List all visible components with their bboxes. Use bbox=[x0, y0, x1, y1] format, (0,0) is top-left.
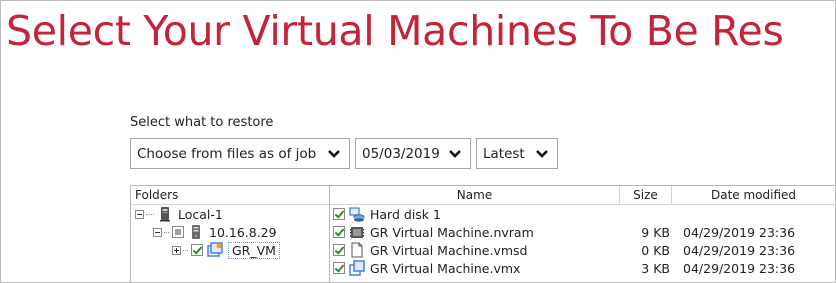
tree-item-label: GR_VM bbox=[228, 241, 280, 259]
tree-item-host[interactable]: 10.16.8.29 bbox=[153, 223, 277, 241]
column-header-date[interactable]: Date modified bbox=[672, 186, 835, 204]
date-dropdown-value: 05/03/2019 bbox=[362, 145, 440, 162]
virtual-machine-icon bbox=[207, 242, 223, 257]
file-date: 04/29/2019 23:36 bbox=[683, 261, 796, 276]
collapse-toggle[interactable] bbox=[153, 227, 162, 237]
tree-connector bbox=[183, 249, 188, 251]
file-checkbox[interactable] bbox=[333, 208, 345, 220]
file-name: GR Virtual Machine.vmsd bbox=[370, 242, 528, 258]
file-checkbox[interactable] bbox=[333, 262, 345, 274]
files-pane: Name Size Date modified Hard disk 1 GR V… bbox=[330, 185, 835, 282]
expand-toggle[interactable] bbox=[172, 245, 181, 255]
tree-item-label: Local-1 bbox=[178, 206, 223, 222]
file-row[interactable]: GR Virtual Machine.vmsd 0 KB 04/29/2019 … bbox=[330, 241, 835, 259]
hard-disk-icon bbox=[349, 207, 365, 222]
chevron-down-icon bbox=[536, 150, 548, 158]
page-title: Select Your Virtual Machines To Be Res bbox=[6, 7, 784, 55]
folders-header-label: Folders bbox=[135, 188, 179, 202]
files-header: Name Size Date modified bbox=[330, 186, 835, 205]
folders-pane: Folders Local-1 10.16.8.29 GR_VM bbox=[130, 185, 330, 282]
tree-item-local[interactable]: Local-1 bbox=[135, 205, 223, 223]
date-dropdown[interactable]: 05/03/2019 bbox=[355, 138, 471, 169]
version-dropdown[interactable]: Latest bbox=[476, 138, 558, 169]
file-date: 04/29/2019 23:36 bbox=[683, 243, 796, 258]
computer-icon bbox=[160, 207, 170, 222]
tree-item-label: 10.16.8.29 bbox=[209, 224, 277, 240]
file-size: 9 KB bbox=[641, 225, 670, 240]
job-dropdown-value: Choose from files as of job bbox=[137, 145, 317, 162]
file-row[interactable]: Hard disk 1 bbox=[330, 205, 835, 223]
version-dropdown-value: Latest bbox=[483, 145, 525, 162]
restore-window: Select Your Virtual Machines To Be Res S… bbox=[0, 0, 836, 283]
document-file-icon bbox=[351, 242, 363, 258]
file-checkbox[interactable] bbox=[333, 244, 345, 256]
file-name: GR Virtual Machine.vmx bbox=[370, 260, 521, 276]
vm-checkbox[interactable] bbox=[191, 244, 203, 256]
file-checkbox[interactable] bbox=[333, 226, 345, 238]
job-dropdown[interactable]: Choose from files as of job bbox=[130, 138, 350, 169]
restore-label: Select what to restore bbox=[130, 115, 274, 130]
file-name: GR Virtual Machine.nvram bbox=[370, 224, 534, 240]
folders-header: Folders bbox=[131, 186, 329, 205]
tree-connector bbox=[164, 231, 169, 233]
tree-connector bbox=[146, 213, 154, 215]
file-date: 04/29/2019 23:36 bbox=[683, 225, 796, 240]
chevron-down-icon bbox=[328, 150, 340, 158]
nvram-file-icon bbox=[350, 227, 364, 238]
file-row[interactable]: GR Virtual Machine.vmx 3 KB 04/29/2019 2… bbox=[330, 259, 835, 277]
host-checkbox[interactable] bbox=[172, 226, 184, 238]
file-size: 3 KB bbox=[641, 261, 670, 276]
chevron-down-icon bbox=[449, 150, 461, 158]
vmx-file-icon bbox=[349, 260, 365, 276]
file-row[interactable]: GR Virtual Machine.nvram 9 KB 04/29/2019… bbox=[330, 223, 835, 241]
file-name: Hard disk 1 bbox=[370, 206, 441, 222]
column-header-size[interactable]: Size bbox=[620, 186, 672, 204]
tree-item-vm[interactable]: GR_VM bbox=[172, 241, 280, 259]
collapse-toggle[interactable] bbox=[135, 209, 144, 219]
file-size: 0 KB bbox=[641, 243, 670, 258]
server-icon bbox=[192, 225, 200, 239]
column-header-name[interactable]: Name bbox=[330, 186, 620, 204]
